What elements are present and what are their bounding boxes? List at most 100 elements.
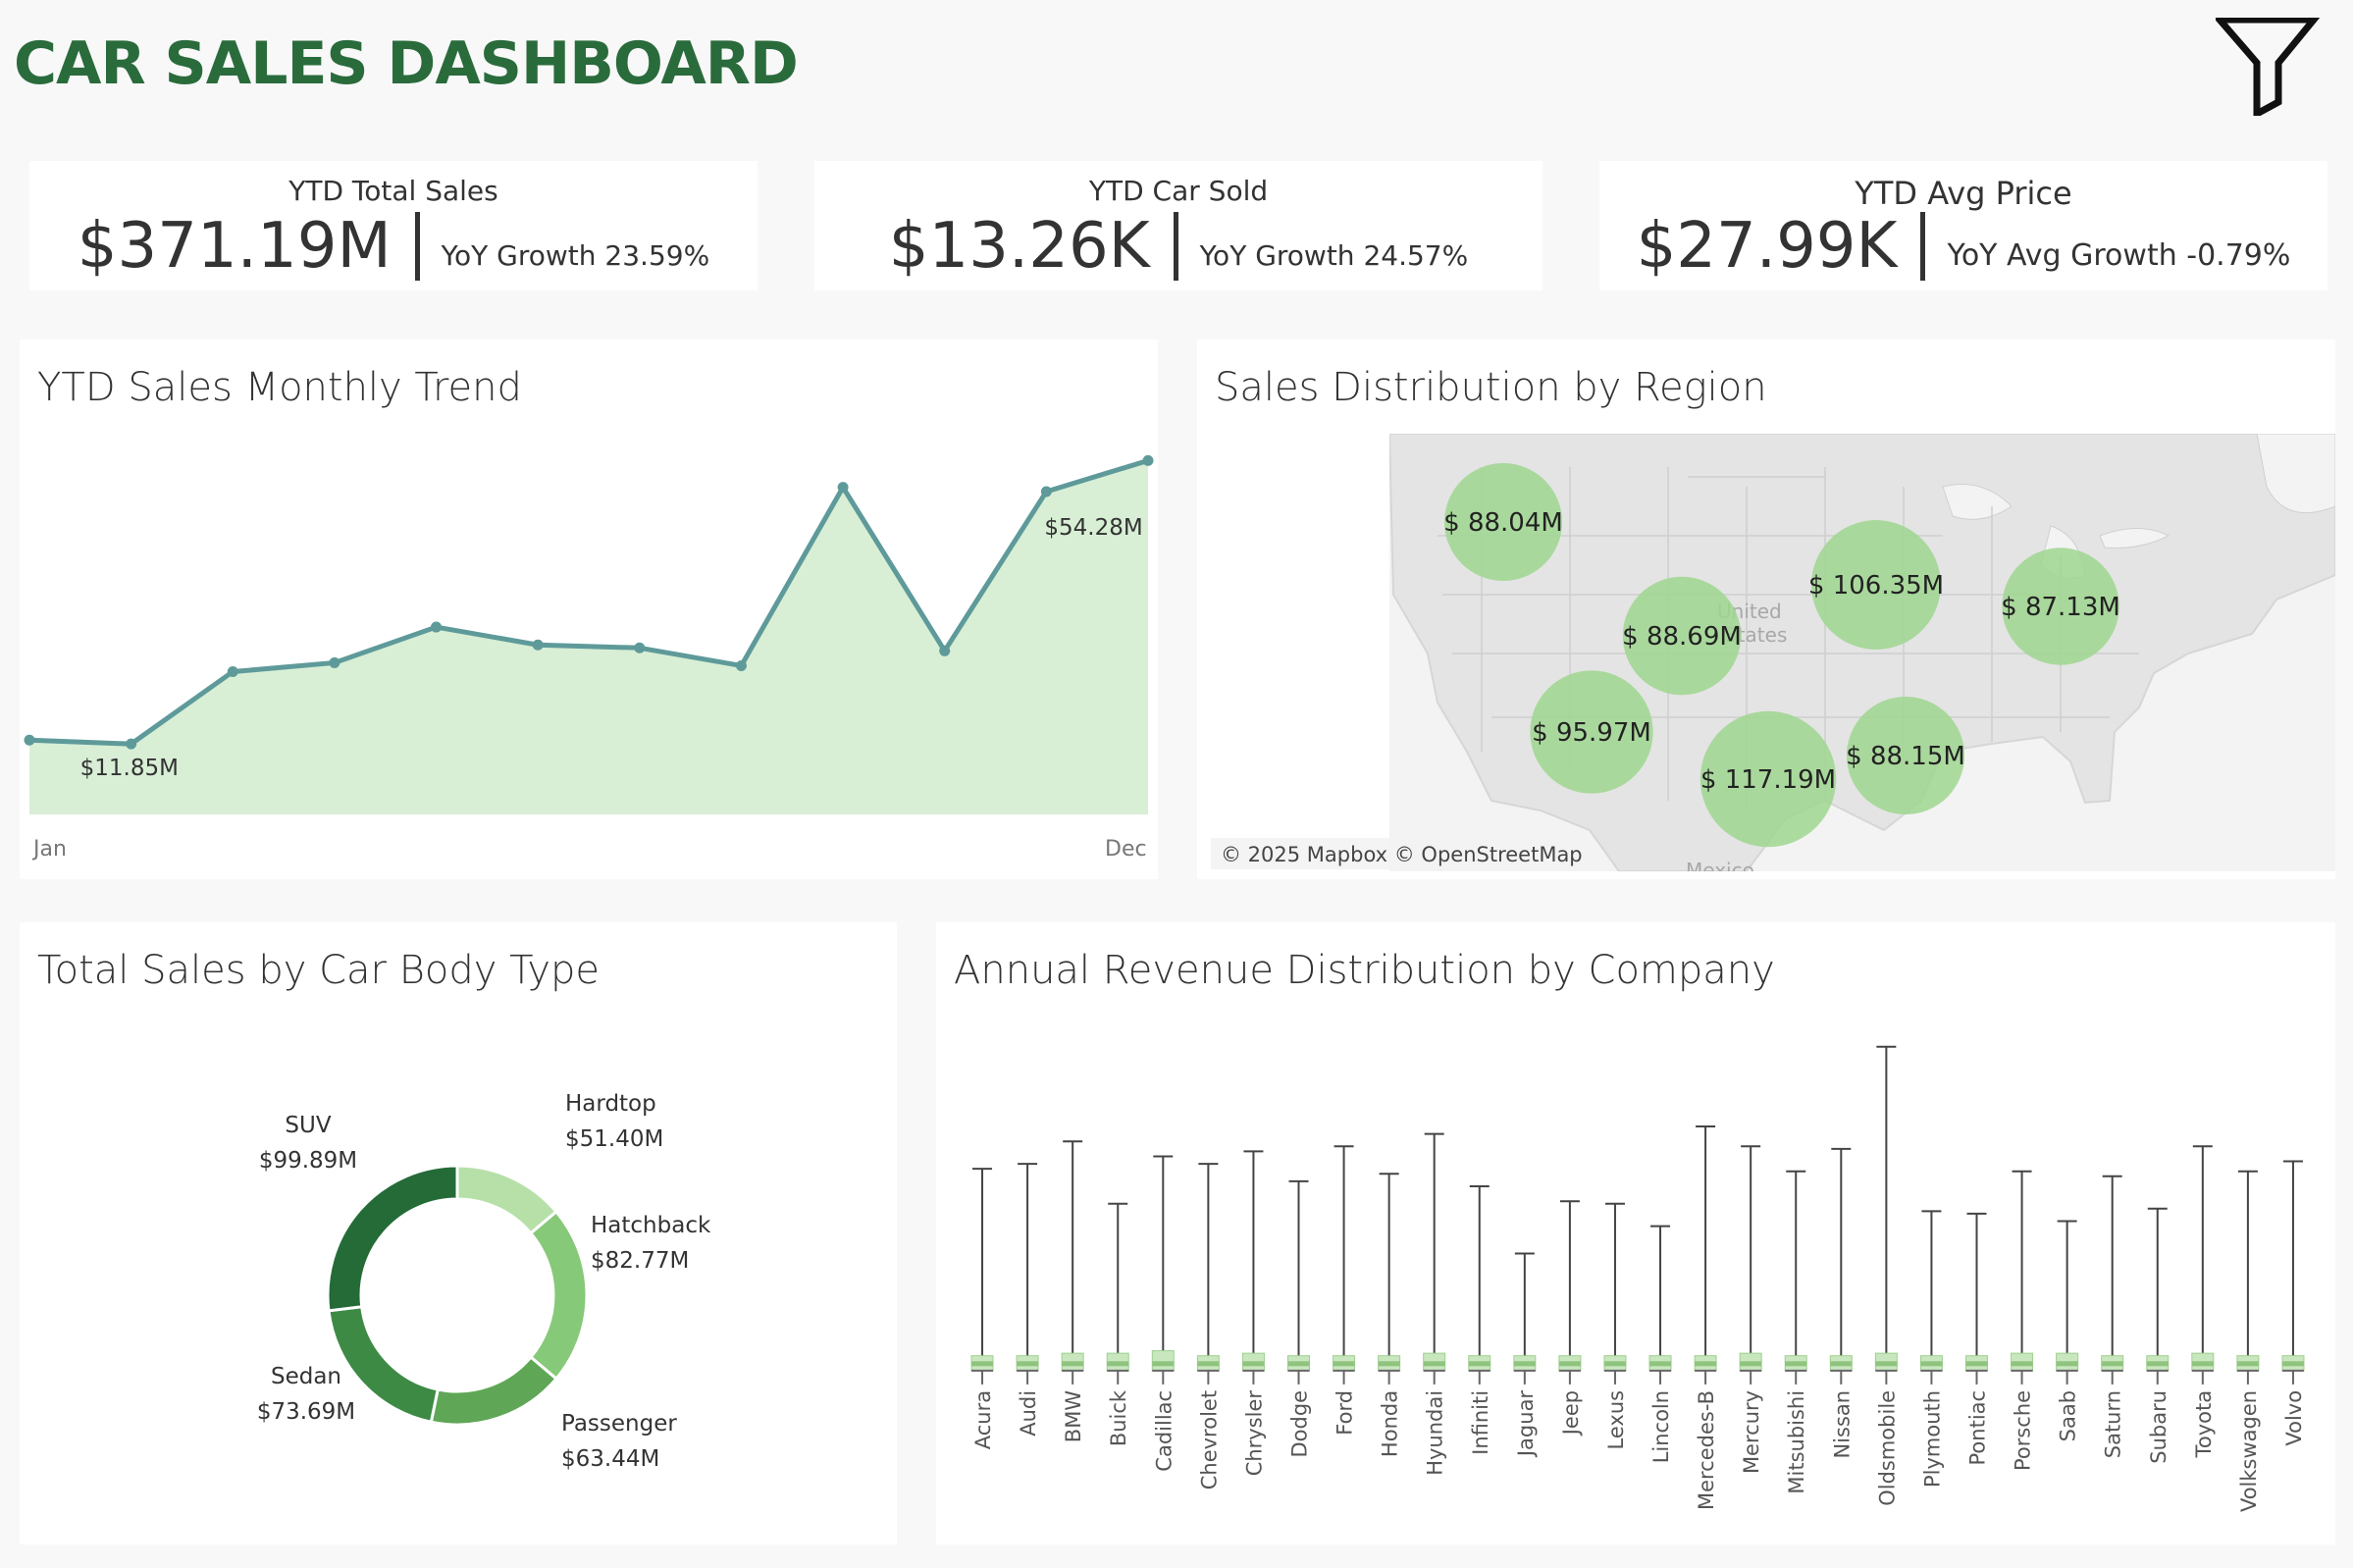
trend-point-apr[interactable] [329, 656, 340, 668]
trend-point-oct[interactable] [939, 645, 951, 656]
x-axis-tick-label: Nissan [1830, 1390, 1854, 1459]
x-axis-tick-label: Mercury [1740, 1390, 1763, 1474]
box-company-buick[interactable] [1106, 1202, 1129, 1385]
box-company-hyundai[interactable] [1423, 1132, 1446, 1385]
map-attribution[interactable]: © 2025 Mapbox © OpenStreetMap [1221, 843, 1583, 866]
box-company-saturn[interactable] [2101, 1175, 2124, 1385]
donut-slice-passenger[interactable] [429, 1355, 559, 1427]
box-company-mercury[interactable] [1739, 1145, 1762, 1385]
region-bubble-label: $ 87.13M [2001, 593, 2120, 622]
donut-slice-hatchback[interactable] [528, 1209, 589, 1382]
box-company-acura[interactable] [970, 1168, 994, 1385]
box-company-audi[interactable] [1016, 1163, 1039, 1385]
box-median [1785, 1361, 1807, 1367]
box-company-toyota[interactable] [2191, 1145, 2215, 1385]
kpi-growth: YoY Growth 24.57% [1199, 238, 1469, 272]
box-company-jeep[interactable] [1558, 1200, 1582, 1385]
trend-point-feb[interactable] [126, 738, 137, 750]
trend-point-nov[interactable] [1040, 486, 1052, 497]
box-company-subaru[interactable] [2146, 1207, 2170, 1385]
box-company-lincoln[interactable] [1648, 1225, 1672, 1385]
box-company-cadillac[interactable] [1151, 1155, 1175, 1385]
trend-point-jul[interactable] [634, 642, 646, 653]
x-axis-tick-label: Chrysler [1242, 1390, 1266, 1477]
box-median [1965, 1361, 1988, 1367]
box-median [2146, 1361, 2169, 1367]
box-company-infiniti[interactable] [1468, 1184, 1491, 1385]
x-axis-start-label: Jan [31, 837, 67, 862]
x-axis-tick-label: Jeep [1559, 1390, 1583, 1437]
x-axis-tick-label: Lexus [1604, 1390, 1628, 1450]
trend-point-aug[interactable] [735, 659, 747, 671]
box-median [2281, 1361, 2304, 1367]
box-company-honda[interactable] [1378, 1173, 1401, 1385]
x-axis-tick-label: Ford [1333, 1390, 1357, 1436]
trend-point-mar[interactable] [227, 666, 238, 678]
box-median [2191, 1361, 2214, 1367]
box-company-plymouth[interactable] [1919, 1210, 1943, 1385]
donut-slice-name: Passenger [561, 1411, 677, 1437]
box-company-bmw[interactable] [1061, 1140, 1084, 1385]
box-median [1740, 1361, 1762, 1367]
box-company-dodge[interactable] [1287, 1179, 1310, 1385]
kpi-card-avg-price: YTD Avg Price $27.99K YoY Avg Growth -0.… [1599, 161, 2327, 290]
trend-point-sep[interactable] [837, 482, 849, 494]
box-company-jaguar[interactable] [1513, 1252, 1537, 1385]
body-type-donut-chart: Hardtop $51.40M Hatchback $82.77M Passenger $… [257, 1091, 711, 1472]
box-median [1695, 1361, 1717, 1367]
x-axis-tick-label: Volvo [2282, 1390, 2306, 1446]
x-axis-tick-label: Jaguar [1514, 1390, 1538, 1459]
region-map-panel: Sales Distribution by Region United Stat… [1197, 340, 2335, 879]
x-axis-tick-label: Saturn [2102, 1390, 2125, 1458]
region-map[interactable]: United United States Mexico $ 88.04M$ 10… [1197, 340, 2335, 879]
donut-slice-suv[interactable] [326, 1164, 459, 1313]
box-median [1468, 1361, 1490, 1367]
box-company-lexus[interactable] [1603, 1202, 1627, 1385]
kpi-value: $371.19M [77, 210, 392, 283]
box-median [971, 1361, 994, 1367]
box-median [1875, 1361, 1898, 1367]
box-company-mercedes-b[interactable] [1694, 1124, 1717, 1385]
box-median [1017, 1361, 1039, 1367]
region-bubble-label: $ 117.19M [1700, 765, 1836, 795]
company-revenue-boxplot: Acura Audi BMW Buick Cadillac Chevrolet Chrysl… [970, 1045, 2306, 1512]
donut-slice-value: $82.77M [591, 1248, 689, 1274]
kpi-separator [1920, 212, 1926, 281]
kpi-value: $27.99K [1636, 210, 1898, 283]
company-revenue-panel: Annual Revenue Distribution by Company A… [936, 922, 2335, 1544]
x-axis-tick-label: Chevrolet [1197, 1390, 1221, 1490]
region-bubble-label: $ 95.97M [1532, 718, 1651, 748]
trend-point-dec[interactable] [1142, 454, 1154, 466]
donut-slice-value: $99.89M [259, 1148, 357, 1174]
trend-point-jun[interactable] [532, 639, 544, 651]
x-axis-tick-label: Mitsubishi [1785, 1390, 1808, 1494]
x-axis-tick-label: Oldsmobile [1875, 1390, 1899, 1506]
kpi-separator [414, 212, 420, 281]
box-company-volkswagen[interactable] [2236, 1170, 2260, 1385]
trend-point-jan[interactable] [24, 734, 35, 746]
box-median [1378, 1361, 1400, 1367]
box-median [2101, 1361, 2123, 1367]
box-company-pontiac[interactable] [1965, 1212, 1988, 1385]
x-axis-tick-label: Lincoln [1649, 1390, 1673, 1463]
box-company-mitsubishi[interactable] [1784, 1170, 1807, 1385]
box-company-oldsmobile[interactable] [1874, 1045, 1898, 1385]
x-axis-tick-label: Plymouth [1920, 1390, 1944, 1488]
box-company-chrysler[interactable] [1241, 1150, 1265, 1385]
donut-slice-value: $51.40M [565, 1126, 663, 1152]
x-axis-tick-label: BMW [1062, 1390, 1085, 1443]
box-company-porsche[interactable] [2011, 1170, 2034, 1385]
kpi-title: YTD Car Sold [1088, 175, 1269, 207]
x-axis-tick-label: Buick [1107, 1389, 1130, 1446]
donut-slice-name: Sedan [271, 1364, 341, 1389]
box-company-saab[interactable] [2056, 1220, 2079, 1385]
region-bubble-label: $ 88.04M [1443, 508, 1563, 538]
trend-point-may[interactable] [431, 621, 443, 633]
box-company-volvo[interactable] [2281, 1160, 2305, 1385]
box-company-nissan[interactable] [1829, 1147, 1853, 1385]
box-company-ford[interactable] [1333, 1145, 1356, 1385]
kpi-value: $13.26K [888, 210, 1150, 283]
box-company-chevrolet[interactable] [1196, 1163, 1220, 1385]
box-median [1920, 1361, 1943, 1367]
filter-funnel-icon[interactable] [2216, 18, 2320, 116]
